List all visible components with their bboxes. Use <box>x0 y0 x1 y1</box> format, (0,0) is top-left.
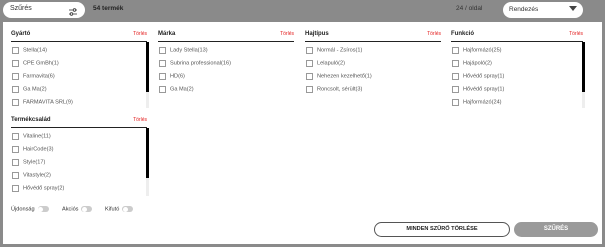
checkbox[interactable] <box>12 133 19 140</box>
checkbox[interactable] <box>12 86 19 93</box>
filter-button[interactable]: Szűrés <box>3 2 85 18</box>
checkbox[interactable] <box>12 99 19 106</box>
sliders-icon <box>68 4 78 22</box>
checkbox-item[interactable]: Ga Ma(2) <box>12 86 47 96</box>
scrollbar-funkcio[interactable] <box>582 42 585 108</box>
checkbox[interactable] <box>12 146 19 153</box>
checkbox-item[interactable]: Nehezen kezelhető(1) <box>306 73 372 83</box>
toggle-discontinued-label: Kifutó <box>105 206 120 213</box>
sort-label: Rendezés <box>509 6 539 13</box>
filter-panel: Gyártó Törlés Stella(14) CPE GmBh(1) Far… <box>3 22 602 244</box>
checkbox-item[interactable]: Style(17) <box>12 159 45 169</box>
clear-termekcsalad-link[interactable]: Törlés <box>133 117 147 123</box>
toggle-sale-label: Akciós <box>62 206 79 213</box>
checkbox[interactable] <box>306 73 313 80</box>
checkbox[interactable] <box>12 185 19 192</box>
checkbox[interactable] <box>12 60 19 67</box>
clear-gyarto-link[interactable]: Törlés <box>133 31 147 37</box>
filter-group-funkcio: Funkció Törlés Hajformázó(25) Hajápoló(2… <box>451 31 583 106</box>
checkbox-item[interactable]: Hővédő spray(1) <box>452 73 504 83</box>
checkbox-item[interactable]: Farmavita(6) <box>12 73 55 83</box>
filter-group-title: Márka <box>158 31 176 37</box>
toggle-new[interactable]: Újdonság <box>11 206 49 212</box>
apply-filter-button[interactable]: SZŰRÉS <box>514 222 598 237</box>
toggle-switch[interactable] <box>81 206 93 212</box>
filter-group-title: Gyártó <box>11 31 31 37</box>
checkbox-item[interactable]: CPE GmBh(1) <box>12 60 59 70</box>
checkbox-item[interactable]: Lady Stella(13) <box>159 47 208 57</box>
checkbox-item[interactable]: Lelapuló(2) <box>306 60 345 70</box>
filter-group-hajtipus: Hajtípus Törlés Normál - Zsíros(1) Lelap… <box>305 31 441 93</box>
scroll-thumb[interactable] <box>582 42 585 92</box>
filter-group-gyarto: Gyártó Törlés Stella(14) CPE GmBh(1) Far… <box>11 31 147 106</box>
checkbox[interactable] <box>452 86 459 93</box>
checkbox[interactable] <box>12 172 19 179</box>
toggle-new-label: Újdonság <box>11 206 35 213</box>
scrollbar-termekcsalad[interactable] <box>146 128 149 196</box>
clear-all-label: MINDEN SZŰRŐ TÖRLÉSE <box>406 226 478 232</box>
toggle-switch[interactable] <box>37 206 49 212</box>
clear-marka-link[interactable]: Törlés <box>280 31 294 37</box>
checkbox[interactable] <box>452 60 459 67</box>
toggle-switch[interactable] <box>122 206 134 212</box>
checkbox-item[interactable]: Hajápoló(2) <box>452 60 492 70</box>
checkbox[interactable] <box>306 47 313 54</box>
clear-funkcio-link[interactable]: Törlés <box>569 31 583 37</box>
sort-dropdown[interactable]: Rendezés <box>503 2 583 18</box>
checkbox-item[interactable]: Subrina professional(16) <box>159 60 231 70</box>
checkbox-item[interactable]: Vitastyle(2) <box>12 172 51 182</box>
checkbox-item[interactable]: FARMAVITA SRL(9) <box>12 99 73 109</box>
filter-button-label: Szűrés <box>10 5 32 12</box>
checkbox[interactable] <box>12 159 19 166</box>
checkbox-item[interactable]: Hajformázó(25) <box>452 47 502 57</box>
clear-hajtipus-link[interactable]: Törlés <box>427 31 441 37</box>
checkbox[interactable] <box>159 86 166 93</box>
checkbox-item[interactable]: Hővédő spray(1) <box>452 86 504 96</box>
chevron-down-icon <box>569 6 577 11</box>
checkbox[interactable] <box>159 60 166 67</box>
filter-group-termekcsalad: Termékcsalád Törlés Vitaline(11) HairCod… <box>11 117 147 192</box>
checkbox[interactable] <box>452 99 459 106</box>
checkbox-item[interactable]: Normál - Zsíros(1) <box>306 47 362 57</box>
clear-all-filters-button[interactable]: MINDEN SZŰRŐ TÖRLÉSE <box>374 222 510 237</box>
checkbox-item[interactable]: Hajformázó(24) <box>452 99 502 109</box>
checkbox[interactable] <box>159 73 166 80</box>
checkbox-item[interactable]: Vitaline(11) <box>12 133 51 143</box>
product-count: 54 termék <box>93 5 124 12</box>
scrollbar-gyarto[interactable] <box>146 42 149 108</box>
checkbox[interactable] <box>306 60 313 67</box>
per-page-select[interactable]: 24 / oldal <box>456 5 482 12</box>
filter-group-title: Funkció <box>451 31 475 37</box>
filter-group-marka: Márka Törlés Lady Stella(13) Subrina pro… <box>158 31 294 93</box>
checkbox-item[interactable]: Stella(14) <box>12 47 47 57</box>
filter-group-title: Hajtípus <box>305 31 329 37</box>
apply-label: SZŰRÉS <box>543 226 569 232</box>
checkbox[interactable] <box>12 47 19 54</box>
checkbox[interactable] <box>12 73 19 80</box>
checkbox-item[interactable]: Roncsolt, sérült(3) <box>306 86 362 96</box>
toggle-sale[interactable]: Akciós <box>62 206 93 213</box>
checkbox[interactable] <box>452 73 459 80</box>
toolbar: Szűrés 54 termék 24 / oldal Rendezés <box>0 0 605 20</box>
filter-group-title: Termékcsalád <box>11 117 51 123</box>
checkbox-item[interactable]: HD(6) <box>159 73 185 83</box>
checkbox[interactable] <box>306 86 313 93</box>
checkbox-item[interactable]: Hővédő spray(2) <box>12 185 64 195</box>
checkbox[interactable] <box>452 47 459 54</box>
checkbox[interactable] <box>159 47 166 54</box>
toggle-discontinued[interactable]: Kifutó <box>105 206 134 213</box>
checkbox-item[interactable]: Ga Ma(2) <box>159 86 194 96</box>
scroll-thumb[interactable] <box>146 128 149 178</box>
scroll-thumb[interactable] <box>146 42 149 92</box>
checkbox-item[interactable]: HairCode(3) <box>12 146 53 156</box>
